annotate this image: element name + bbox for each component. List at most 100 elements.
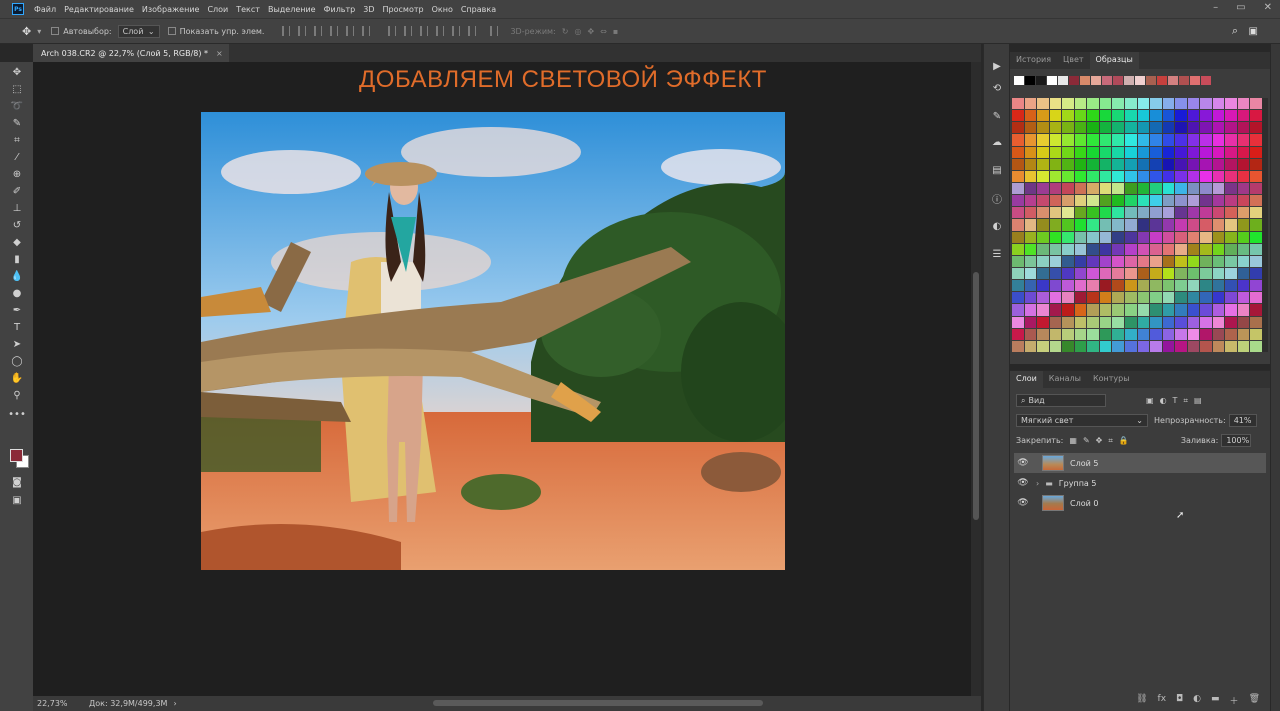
fill-field[interactable]: 100% [1221, 434, 1252, 447]
color-swatch[interactable] [1099, 122, 1112, 134]
color-swatch[interactable] [1187, 98, 1200, 110]
menu-3d[interactable]: 3D [359, 5, 378, 14]
color-swatch[interactable] [1212, 328, 1225, 340]
color-swatch[interactable] [1212, 146, 1225, 158]
color-swatch[interactable] [1137, 207, 1150, 219]
color-swatch[interactable] [1074, 280, 1087, 292]
color-swatch[interactable] [1012, 267, 1024, 280]
color-swatch[interactable] [1162, 122, 1175, 134]
color-swatch[interactable] [1037, 122, 1049, 134]
color-swatch[interactable] [1112, 304, 1124, 316]
color-swatch[interactable] [1074, 292, 1087, 304]
color-swatch[interactable] [1124, 146, 1137, 158]
color-swatch[interactable] [1237, 316, 1250, 328]
color-swatch[interactable] [1225, 134, 1237, 146]
color-swatch[interactable] [1187, 110, 1200, 122]
swatches-scrollbar[interactable] [1262, 98, 1268, 352]
lock-all-icon[interactable]: 🔒 [1119, 436, 1129, 445]
zoom-level[interactable]: 22,73% [37, 699, 85, 708]
color-swatch[interactable] [1187, 316, 1200, 328]
filter-type-icon[interactable]: T [1173, 396, 1178, 405]
color-swatch[interactable] [1024, 280, 1037, 292]
color-swatch[interactable] [1162, 219, 1175, 231]
color-swatch[interactable] [1187, 195, 1200, 207]
color-swatch[interactable] [1099, 182, 1112, 195]
color-swatch[interactable] [1175, 328, 1187, 340]
color-swatch[interactable] [1012, 304, 1024, 316]
close-tab-icon[interactable]: × [216, 49, 223, 58]
menu-layer[interactable]: Слои [203, 5, 232, 14]
recent-swatch[interactable] [1025, 76, 1035, 85]
color-swatch[interactable] [1049, 231, 1062, 243]
history-brush-tool-icon[interactable]: ↺ [10, 219, 24, 232]
color-swatch[interactable] [1049, 219, 1062, 231]
color-swatch[interactable] [1150, 98, 1162, 110]
color-swatch[interactable] [1049, 243, 1062, 255]
color-swatch[interactable] [1225, 292, 1237, 304]
color-swatch[interactable] [1175, 231, 1187, 243]
color-swatch[interactable] [1062, 231, 1074, 243]
color-swatch[interactable] [1049, 304, 1062, 316]
eyedropper-tool-icon[interactable]: ⁄ [10, 151, 24, 164]
color-swatch[interactable] [1037, 243, 1049, 255]
color-swatch[interactable] [1012, 219, 1024, 231]
color-swatch[interactable] [1062, 316, 1074, 328]
color-swatch[interactable] [1062, 122, 1074, 134]
color-swatch[interactable] [1049, 267, 1062, 280]
color-swatch[interactable] [1137, 195, 1150, 207]
color-swatch[interactable] [1212, 292, 1225, 304]
color-swatch[interactable] [1037, 98, 1049, 110]
color-swatch[interactable] [1237, 328, 1250, 340]
color-swatch[interactable] [1112, 122, 1124, 134]
color-swatch[interactable] [1250, 182, 1262, 195]
swatch-grid[interactable] [1012, 98, 1262, 352]
color-swatch[interactable] [1037, 292, 1049, 304]
color-swatch[interactable] [1250, 267, 1262, 280]
color-swatch[interactable] [1187, 231, 1200, 243]
color-swatch[interactable] [1175, 255, 1187, 267]
color-swatch[interactable] [1024, 122, 1037, 134]
recent-swatch[interactable] [1036, 76, 1046, 85]
color-swatch[interactable] [1212, 340, 1225, 352]
align-top-icon[interactable] [282, 26, 291, 36]
color-swatch[interactable] [1024, 255, 1037, 267]
color-swatch[interactable] [1250, 170, 1262, 182]
color-swatch[interactable] [1037, 110, 1049, 122]
color-swatch[interactable] [1012, 280, 1024, 292]
close-window-icon[interactable]: ✕ [1264, 2, 1272, 13]
recent-swatch[interactable] [1157, 76, 1167, 85]
color-swatch[interactable] [1099, 219, 1112, 231]
lock-artboard-icon[interactable]: ⌗ [1108, 436, 1113, 446]
color-swatch[interactable] [1074, 231, 1087, 243]
color-swatch[interactable] [1162, 328, 1175, 340]
align-hcenter-icon[interactable] [346, 26, 355, 36]
color-swatch[interactable] [1212, 231, 1225, 243]
color-swatch[interactable] [1062, 340, 1074, 352]
color-swatch[interactable] [1037, 219, 1049, 231]
color-swatch[interactable] [1074, 170, 1087, 182]
color-swatch[interactable] [1037, 267, 1049, 280]
crop-tool-icon[interactable]: ⌗ [10, 134, 24, 147]
color-swatch[interactable] [1124, 292, 1137, 304]
color-swatch[interactable] [1150, 134, 1162, 146]
color-swatch[interactable] [1112, 182, 1124, 195]
healing-tool-icon[interactable]: ⊕ [10, 168, 24, 181]
color-swatch[interactable] [1137, 304, 1150, 316]
color-swatch[interactable] [1099, 110, 1112, 122]
color-swatch[interactable] [1099, 267, 1112, 280]
recent-swatch[interactable] [1069, 76, 1079, 85]
color-swatch[interactable] [1087, 328, 1099, 340]
color-swatch[interactable] [1037, 255, 1049, 267]
color-swatch[interactable] [1237, 122, 1250, 134]
zoom-tool-icon[interactable]: ⚲ [10, 389, 24, 402]
color-swatch[interactable] [1225, 110, 1237, 122]
color-swatch[interactable] [1012, 146, 1024, 158]
color-swatch[interactable] [1137, 170, 1150, 182]
color-swatch[interactable] [1250, 280, 1262, 292]
workspace-icon[interactable]: ▣ [1249, 26, 1258, 37]
color-swatch[interactable] [1099, 243, 1112, 255]
color-swatch[interactable] [1225, 340, 1237, 352]
color-swatch[interactable] [1187, 219, 1200, 231]
color-swatch[interactable] [1162, 207, 1175, 219]
color-swatch[interactable] [1024, 219, 1037, 231]
